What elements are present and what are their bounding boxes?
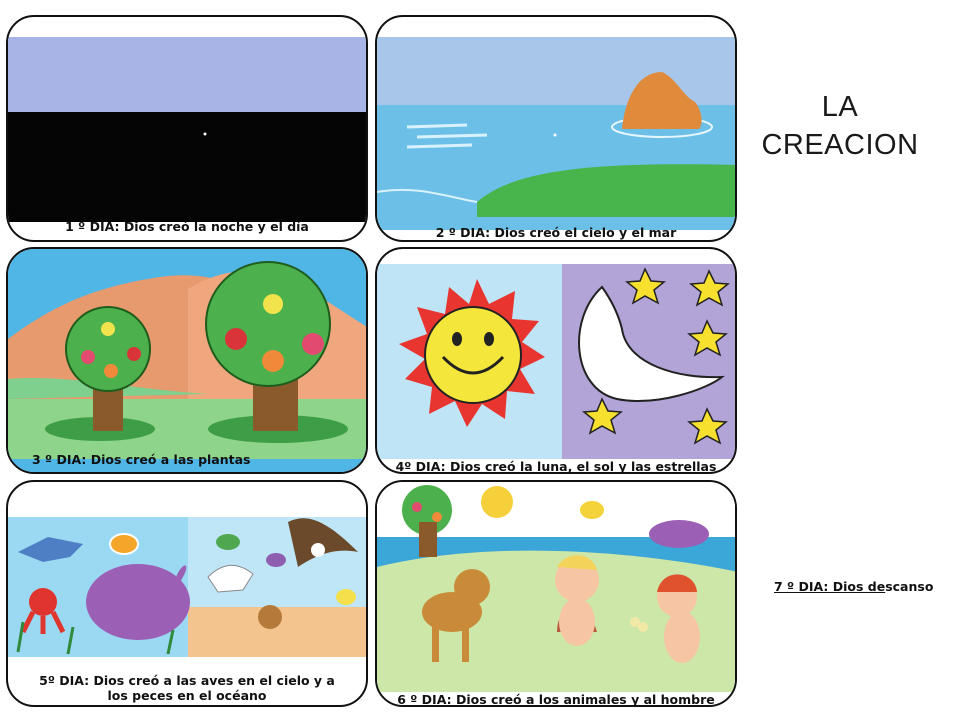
day-2-card: 2 º DIA: Dios creó el cielo y el mar [375,15,737,242]
sky-sea-illustration [377,37,735,230]
day-1-card: 1 º DIA: Dios creó la noche y el día [6,15,368,242]
animals-humans-illustration [377,482,735,705]
day-5-caption: 5º DIA: Dios creó a las aves en el cielo… [39,673,335,703]
plants-illustration [8,249,366,472]
day-4-caption: 4º DIA: Dios creó la luna, el sol y las … [395,459,717,474]
day-7-caption: 7 º DIA: Dios descanso [774,579,933,594]
day-3-card: 3 º DIA: Dios creó a las plantas [6,247,368,474]
day-3-caption: 3 º DIA: Dios creó a las plantas [32,452,251,467]
sun-moon-stars-illustration [377,264,735,459]
day-1-caption: 1 º DIA: Dios creó la noche y el día [65,219,309,234]
day-5-card: 5º DIA: Dios creó a las aves en el cielo… [6,480,368,707]
night-day-illustration [8,37,366,222]
day-7-prefix: 7 º DIA: Dios de [774,579,886,594]
day-2-caption: 2 º DIA: Dios creó el cielo y el mar [435,225,677,240]
title-line-2: CREACION [761,129,919,161]
day-6-caption: 6 º DIA: Dios creó a los animales y al h… [397,692,715,707]
day-4-card: 4º DIA: Dios creó la luna, el sol y las … [375,247,737,474]
page-title: LA CREACION [760,88,920,164]
day-7-rest: scanso [885,579,934,594]
title-line-1: LA [821,91,859,123]
day-6-card: 6 º DIA: Dios creó a los animales y al h… [375,480,737,707]
